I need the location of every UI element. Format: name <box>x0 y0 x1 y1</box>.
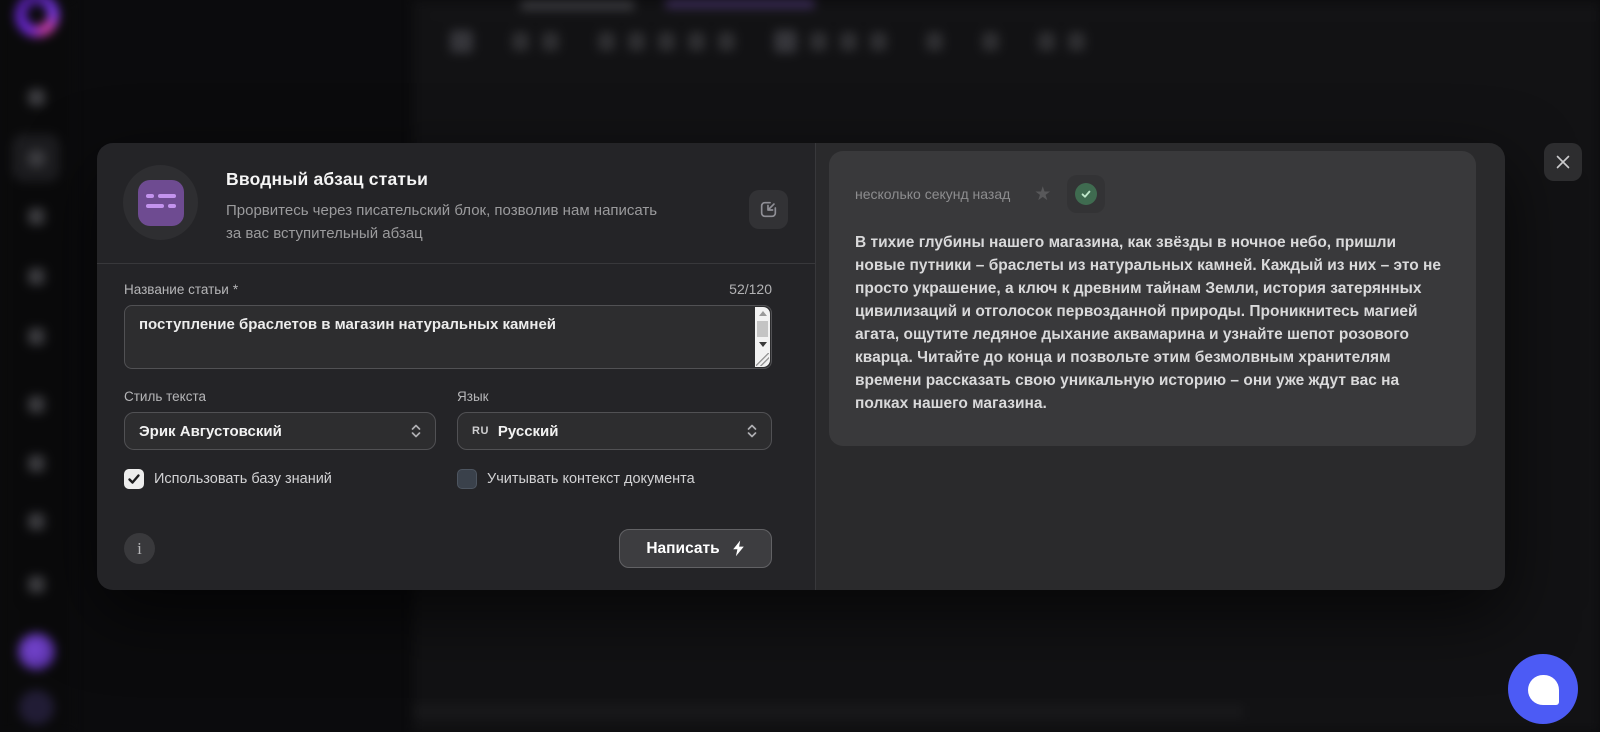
insert-into-document-button[interactable] <box>749 190 788 229</box>
language-select-group: Язык RU Русский <box>457 389 772 450</box>
resize-grip-icon[interactable] <box>756 353 769 366</box>
scrollbar-thumb[interactable] <box>757 321 768 337</box>
toolbar-quote-icon <box>840 31 857 51</box>
toolbar-list-ordered-icon <box>810 31 827 51</box>
check-icon <box>1081 190 1091 198</box>
checkbox-label: Учитывать контекст документа <box>487 471 695 487</box>
title-field-label: Название статьи * <box>124 282 238 297</box>
write-button-label: Написать <box>646 539 720 557</box>
chevron-up-down-icon <box>411 424 421 438</box>
result-timestamp: несколько секунд назад <box>855 186 1011 202</box>
sidebar-item-icon <box>28 455 45 472</box>
sidebar-item-icon <box>28 513 45 530</box>
language-select-value: Русский <box>497 422 559 440</box>
selects-row: Стиль текста Эрик Августовский Язык RU Р… <box>124 389 772 450</box>
sidebar-item-icon <box>28 150 45 167</box>
info-button[interactable]: i <box>124 533 155 564</box>
form-footer: i Написать <box>124 529 772 568</box>
article-title-input[interactable]: поступление браслетов в магазин натураль… <box>124 305 772 369</box>
title-field-label-text: Название статьи <box>124 282 229 297</box>
textarea-scrollbar[interactable] <box>755 307 770 367</box>
checkbox-label: Использовать базу знаний <box>154 471 332 487</box>
chat-widget-button[interactable] <box>1508 654 1578 724</box>
toolbar-bold-icon <box>512 31 529 51</box>
app-logo <box>15 0 59 37</box>
use-document-context-checkbox[interactable]: Учитывать контекст документа <box>457 469 695 489</box>
char-counter: 52/120 <box>729 281 772 297</box>
language-select-label: Язык <box>457 389 489 404</box>
toolbar-image-icon <box>982 31 999 51</box>
article-title-value: поступление браслетов в магазин натураль… <box>139 316 557 333</box>
sidebar-item-icon <box>28 208 45 225</box>
sidebar-bottom-icon <box>19 690 54 725</box>
required-mark: * <box>232 282 239 297</box>
toolbar-paragraph-icon <box>718 31 735 51</box>
language-select[interactable]: RU Русский <box>457 412 772 450</box>
header-divider <box>430 15 1600 16</box>
insert-into-document-icon <box>760 201 777 218</box>
sidebar <box>0 0 72 732</box>
modal-title: Вводный абзац статьи <box>226 169 429 189</box>
checkbox-box <box>457 469 477 489</box>
toolbar-redo-icon <box>1068 31 1085 51</box>
sidebar-item-icon <box>28 268 45 285</box>
scroll-down-arrow-icon[interactable] <box>755 338 770 351</box>
toolbar-link-icon <box>926 31 943 51</box>
document-tab-active <box>665 0 815 8</box>
modal-header: Вводный абзац статьи Прорвитесь через пи… <box>97 143 815 245</box>
generator-modal: Вводный абзац статьи Прорвитесь через пи… <box>97 143 1505 590</box>
editor-toolbar <box>450 26 1098 56</box>
checkboxes-row: Использовать базу знаний Учитывать конте… <box>124 469 772 489</box>
user-avatar <box>18 633 55 670</box>
toolbar-code-icon <box>870 31 887 51</box>
result-meta-row: несколько секунд назад ★ <box>855 175 1450 213</box>
style-select-value: Эрик Августовский <box>139 422 282 440</box>
generator-form: Название статьи * 52/120 поступление брас… <box>124 281 772 568</box>
chat-bubble-icon <box>1528 675 1559 705</box>
generated-result-card: несколько секунд назад ★ В тихие глубины… <box>829 151 1476 446</box>
language-code: RU <box>472 425 489 437</box>
modal-subtitle: Прорвитесь через писательский блок, позв… <box>226 202 658 242</box>
toolbar-italic-icon <box>542 31 559 51</box>
header-divider <box>97 263 815 264</box>
style-select-label: Стиль текста <box>124 389 207 404</box>
toolbar-h2-icon <box>628 31 645 51</box>
checkbox-box <box>124 469 144 489</box>
title-field-header: Название статьи * 52/120 <box>124 281 772 297</box>
document-tab <box>520 1 635 10</box>
star-favorite-icon[interactable]: ★ <box>1034 183 1051 206</box>
feature-icon-wrap <box>123 165 198 240</box>
close-modal-button[interactable] <box>1544 143 1582 181</box>
modal-header-texts: Вводный абзац статьи Прорвитесь через пи… <box>226 165 666 245</box>
check-icon <box>128 474 140 484</box>
generated-text: В тихие глубины нашего магазина, как звё… <box>855 234 1441 412</box>
status-badge[interactable] <box>1067 175 1106 213</box>
use-knowledge-base-checkbox[interactable]: Использовать базу знаний <box>124 469 436 489</box>
write-button[interactable]: Написать <box>619 529 772 568</box>
check-circle-icon <box>1075 183 1098 205</box>
toolbar-h3-icon <box>658 31 675 51</box>
toolbar-undo-icon <box>1038 31 1055 51</box>
modal-form-pane: Вводный абзац статьи Прорвитесь через пи… <box>97 143 816 590</box>
scroll-up-arrow-icon[interactable] <box>755 307 770 320</box>
sidebar-item-icon <box>28 396 45 413</box>
sidebar-item-icon <box>28 576 45 593</box>
close-icon <box>1556 155 1570 169</box>
lightning-bolt-icon <box>732 540 744 557</box>
style-select[interactable]: Эрик Августовский <box>124 412 436 450</box>
style-select-group: Стиль текста Эрик Августовский <box>124 389 436 450</box>
chevron-up-down-icon <box>747 424 757 438</box>
toolbar-list-icon <box>774 29 797 53</box>
document-lines-icon <box>137 179 184 226</box>
toolbar-style-icon <box>450 29 473 53</box>
sidebar-item-icon <box>28 328 45 345</box>
sidebar-item-icon <box>28 89 45 106</box>
info-icon: i <box>137 538 142 558</box>
editor-bottom-bar <box>413 706 1243 717</box>
toolbar-h1-icon <box>598 31 615 51</box>
modal-result-pane: несколько секунд назад ★ В тихие глубины… <box>816 143 1505 590</box>
toolbar-h4-icon <box>688 31 705 51</box>
